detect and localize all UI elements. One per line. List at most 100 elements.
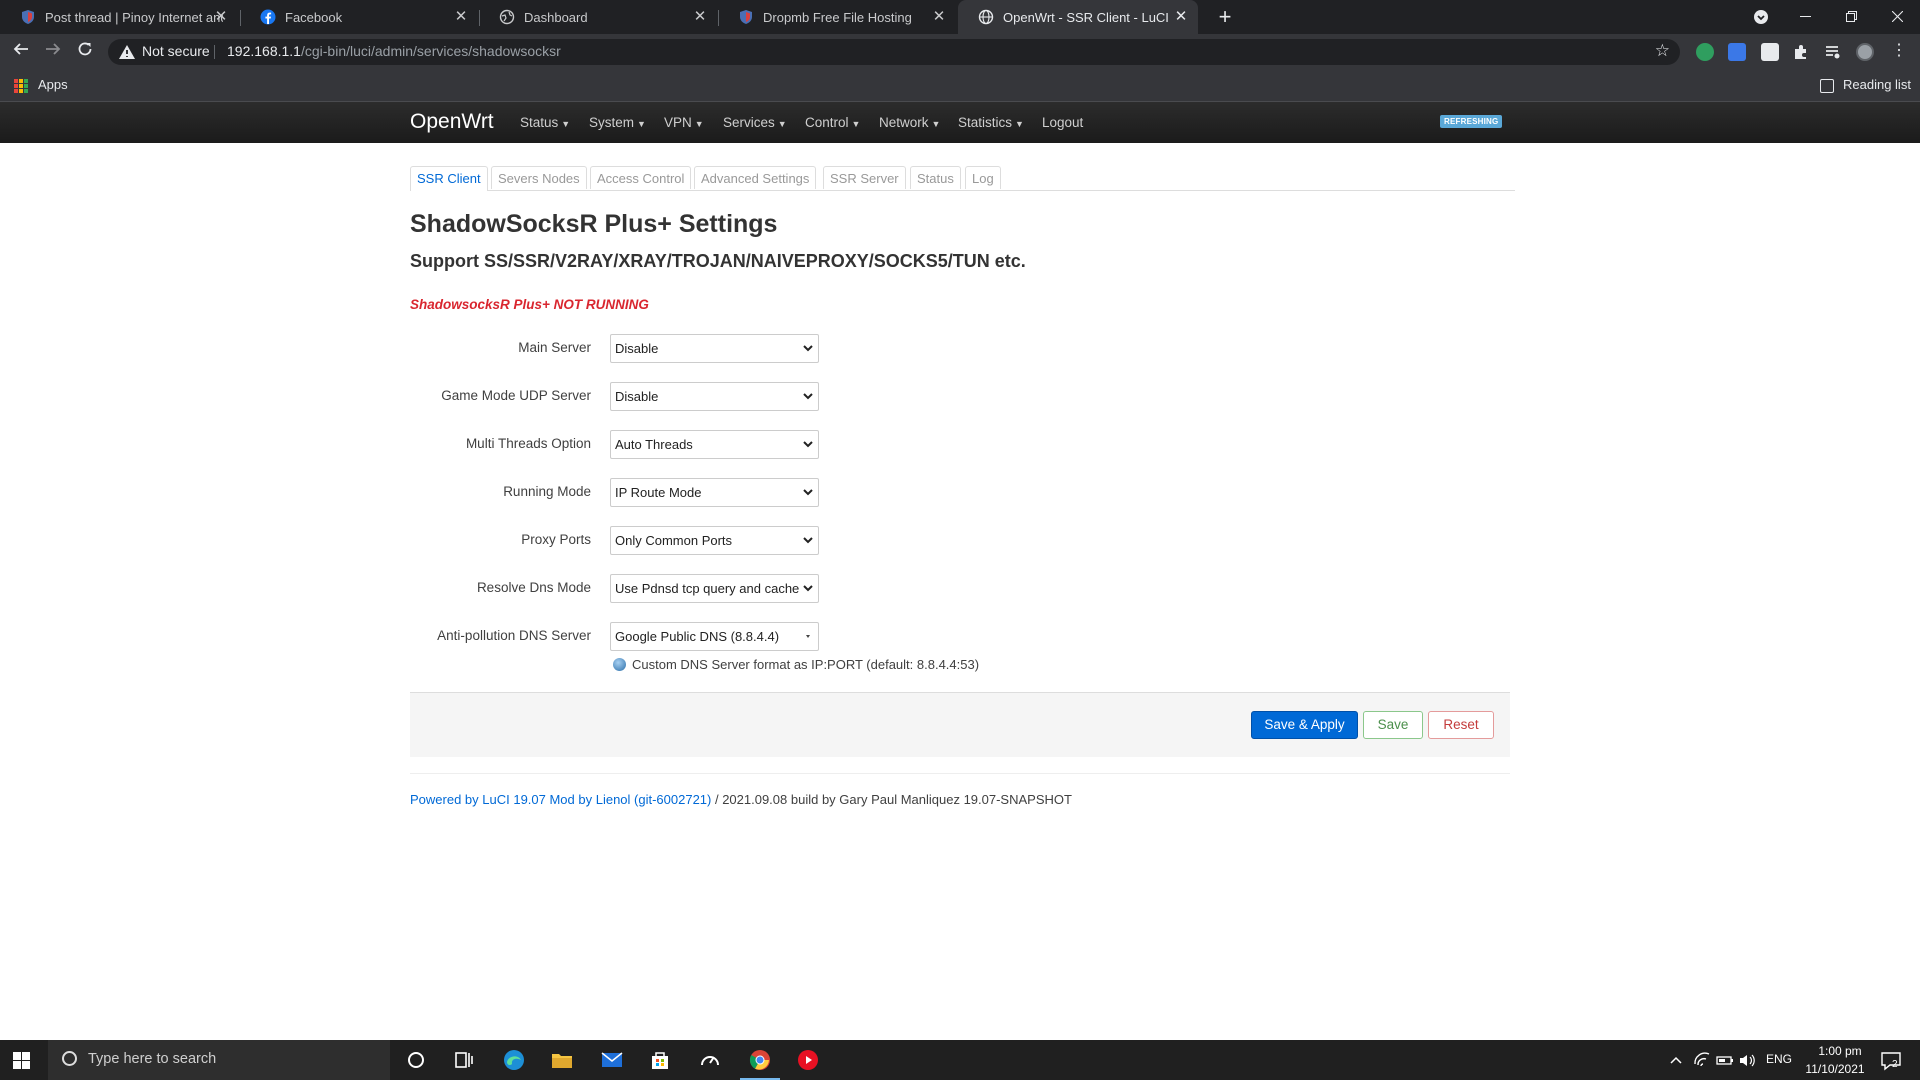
minimize-button[interactable] (1782, 0, 1828, 34)
brand-logo[interactable]: OpenWrt (410, 110, 494, 134)
reading-list-icon[interactable] (1820, 79, 1834, 93)
media-control-icon[interactable] (1824, 43, 1842, 61)
close-icon[interactable]: ✕ (1172, 8, 1190, 26)
volume-icon[interactable] (1738, 1048, 1756, 1072)
window-close-button[interactable] (1874, 0, 1920, 34)
reading-list-button[interactable]: Reading list (1843, 77, 1911, 92)
chevron-up-icon[interactable] (1668, 1048, 1684, 1072)
save-button[interactable]: Save (1363, 711, 1423, 739)
close-icon[interactable]: ✕ (691, 8, 709, 26)
browser-tab[interactable]: Post thread | Pinoy Internet and ✕ (0, 0, 238, 34)
wifi-icon[interactable] (1693, 1048, 1711, 1072)
avatar[interactable] (1856, 43, 1874, 61)
chrome-icon[interactable] (748, 1048, 772, 1072)
tab-log[interactable]: Log (965, 166, 1001, 189)
browser-tab[interactable]: Dashboard ✕ (479, 0, 717, 34)
clock-date[interactable]: 11/10/2021 (1800, 1062, 1870, 1076)
menu-network[interactable]: Network ▼ (879, 115, 940, 130)
info-icon (613, 658, 626, 671)
puzzle-icon[interactable] (1792, 43, 1810, 61)
menu-services[interactable]: Services ▼ (723, 115, 787, 130)
proxy-ports-select[interactable]: Only Common Ports (610, 526, 819, 555)
refreshing-badge[interactable]: REFRESHING (1440, 115, 1503, 128)
apps-bookmark[interactable]: Apps (38, 77, 68, 92)
tab-search-icon[interactable] (1738, 0, 1784, 34)
url-host: 192.168.1.1 (227, 43, 301, 59)
cortana-icon[interactable] (404, 1048, 428, 1072)
chevron-down-icon (803, 537, 813, 544)
task-view-icon[interactable] (452, 1048, 476, 1072)
screenshot-icon[interactable] (1761, 43, 1779, 61)
caret-down-icon: ▼ (561, 119, 571, 129)
media-player-icon[interactable] (796, 1048, 820, 1072)
running-mode-select[interactable]: IP Route Mode (610, 478, 819, 507)
footer: Powered by LuCI 19.07 Mod by Lienol (git… (410, 792, 1072, 807)
select-value: Disable (615, 389, 659, 404)
menu-status[interactable]: Status ▼ (520, 115, 570, 130)
store-icon[interactable] (648, 1048, 672, 1072)
footer-divider (410, 773, 1510, 774)
menu-system[interactable]: System ▼ (589, 115, 646, 130)
main-server-select[interactable]: Disable (610, 334, 819, 363)
omnibox-separator (214, 45, 215, 59)
tab-advanced-settings[interactable]: Advanced Settings (694, 166, 817, 189)
tab-label: Dashboard (524, 9, 588, 25)
address-bar[interactable]: Not secure 192.168.1.1/cgi-bin/luci/admi… (108, 39, 1680, 65)
browser-tab[interactable]: Facebook ✕ (240, 0, 478, 34)
page-tabs: SSR Client Severs Nodes Access Control A… (410, 166, 1515, 191)
tab-ssr-server[interactable]: SSR Server (823, 166, 906, 189)
back-button[interactable] (7, 38, 35, 66)
form-actions: Save & Apply Save Reset (410, 692, 1510, 757)
search-placeholder: Type here to search (88, 1051, 217, 1067)
arrow-left-icon (13, 43, 28, 55)
warning-icon (119, 45, 135, 59)
save-apply-button[interactable]: Save & Apply (1251, 711, 1358, 739)
browser-tab-active[interactable]: OpenWrt - SSR Client - LuCI ✕ (958, 0, 1198, 34)
resolve-dns-mode-select[interactable]: Use Pdnsd tcp query and cache (610, 574, 819, 603)
close-icon[interactable]: ✕ (452, 8, 470, 26)
translate-icon[interactable] (1728, 43, 1746, 61)
not-secure-label[interactable]: Not secure (142, 43, 210, 59)
clock-time[interactable]: 1:00 pm (1812, 1044, 1868, 1058)
taskbar-search[interactable]: Type here to search (48, 1040, 390, 1080)
select-value: IP Route Mode (615, 485, 702, 500)
game-mode-udp-select[interactable]: Disable (610, 382, 819, 411)
menu-control[interactable]: Control ▼ (805, 115, 860, 130)
mail-icon[interactable] (600, 1048, 624, 1072)
menu-logout[interactable]: Logout (1042, 115, 1083, 130)
page-subtitle: Support SS/SSR/V2RAY/XRAY/TROJAN/NAIVEPR… (410, 251, 1026, 271)
restore-button[interactable] (1828, 0, 1874, 34)
reset-button[interactable]: Reset (1428, 711, 1494, 739)
tab-label: Facebook (285, 9, 343, 25)
chevron-down-icon (803, 393, 813, 400)
battery-icon[interactable] (1716, 1048, 1734, 1072)
speedometer-icon[interactable] (698, 1048, 722, 1072)
select-value: Google Public DNS (8.8.4.4) (615, 629, 780, 644)
edge-icon[interactable] (502, 1048, 526, 1072)
language-indicator[interactable]: ENG (1766, 1052, 1792, 1066)
tab-ssr-client[interactable]: SSR Client (410, 166, 488, 191)
menu-statistics[interactable]: Statistics ▼ (958, 115, 1024, 130)
multi-threads-select[interactable]: Auto Threads (610, 430, 819, 459)
forward-button[interactable] (39, 38, 67, 66)
apps-grid-icon[interactable] (14, 79, 28, 93)
kebab-menu-icon[interactable]: ⋮ (1890, 43, 1908, 61)
tab-status[interactable]: Status (910, 166, 961, 189)
new-tab-button[interactable]: + (1212, 5, 1238, 29)
tab-severs-nodes[interactable]: Severs Nodes (491, 166, 587, 189)
menu-vpn[interactable]: VPN ▼ (664, 115, 704, 130)
bookmark-star-icon[interactable]: ☆ (1655, 41, 1670, 61)
reload-button[interactable] (71, 38, 99, 66)
extension-icon[interactable] (1696, 43, 1714, 61)
anti-pollution-dns-combobox[interactable]: Google Public DNS (8.8.4.4) (610, 622, 819, 651)
file-explorer-icon[interactable] (550, 1048, 574, 1072)
notification-icon[interactable] (1879, 1048, 1903, 1072)
browser-tab[interactable]: Dropmb Free File Hosting ✕ (718, 0, 956, 34)
url-text[interactable]: 192.168.1.1/cgi-bin/luci/admin/services/… (227, 43, 561, 59)
windows-start-icon[interactable] (13, 1052, 30, 1069)
close-icon[interactable]: ✕ (930, 8, 948, 26)
luci-link[interactable]: Powered by LuCI 19.07 Mod by Lienol (git… (410, 792, 711, 807)
facebook-icon (260, 9, 276, 25)
close-icon[interactable]: ✕ (212, 8, 230, 26)
tab-access-control[interactable]: Access Control (590, 166, 692, 189)
